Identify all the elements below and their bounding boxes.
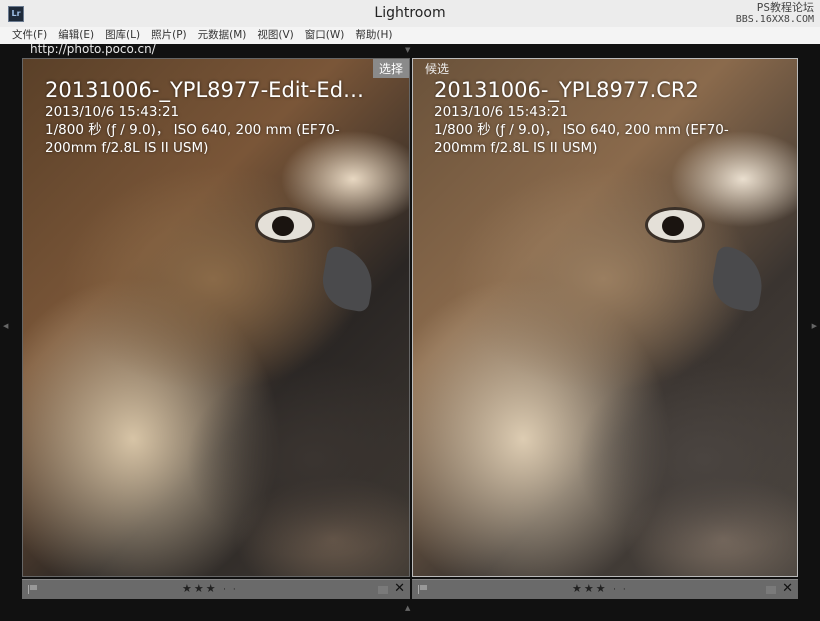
watermark-line-1: PS教程论坛 [756,1,814,14]
color-label-icon[interactable] [378,586,388,594]
window-title: Lightroom [374,5,446,21]
photo-datetime: 2013/10/6 15:43:21 [434,104,569,120]
close-icon[interactable]: ✕ [394,581,405,596]
stars-filled[interactable]: ★★★ [572,582,608,595]
title-bar: Lr Lightroom PS教程论坛 BBS.16XX8.COM [0,0,820,27]
close-icon[interactable]: ✕ [782,581,793,596]
menu-file[interactable]: 文件(F) [12,27,47,43]
menu-edit[interactable]: 编辑(E) [58,27,94,43]
falcon-beak [318,245,378,313]
falcon-eye [645,207,705,243]
select-photo-pane[interactable]: 选择 20131006-_YPL8977-Edit-Ed… 2013/10/6 … [22,58,410,577]
photo-exif: 1/800 秒 (ƒ / 9.0)， ISO 640, 200 mm (EF70… [434,122,729,156]
menu-photo[interactable]: 照片(P) [151,27,187,43]
menu-metadata[interactable]: 元数据(M) [198,27,247,43]
select-tag: 选择 [372,59,409,78]
photo-datetime: 2013/10/6 15:43:21 [45,104,180,120]
stars-empty[interactable]: · · [613,585,628,595]
stars-filled[interactable]: ★★★ [182,582,218,595]
left-panel-toggle-icon[interactable]: ◀ [3,322,8,330]
star-rating[interactable]: ★★★ · · [572,582,628,595]
photo-exif: 1/800 秒 (ƒ / 9.0)， ISO 640, 200 mm (EF70… [45,122,340,156]
falcon-beak [708,245,768,313]
url-overlay: http://photo.poco.cn/ [30,42,156,56]
photo-filename: 20131006-_YPL8977-Edit-Ed… [45,78,365,102]
top-panel-toggle-icon[interactable]: ▼ [405,46,410,54]
stars-empty[interactable]: · · [223,585,238,595]
menu-window[interactable]: 窗口(W) [305,27,345,43]
candidate-photo-pane[interactable]: 候选 20131006-_YPL8977.CR2 2013/10/6 15:43… [412,58,798,577]
bottom-panel-toggle-icon[interactable]: ▲ [405,604,410,612]
falcon-eye [255,207,315,243]
photo-filename: 20131006-_YPL8977.CR2 [434,78,699,102]
compare-view: http://photo.poco.cn/ ▼ ▲ ◀ ▶ 选择 2013100… [0,42,820,621]
color-label-icon[interactable] [766,586,776,594]
right-panel-toggle-icon[interactable]: ▶ [812,322,817,330]
photo-info-overlay: 20131006-_YPL8977-Edit-Ed… 2013/10/6 15:… [45,77,390,157]
candidate-tag: 候选 [425,62,450,76]
menu-help[interactable]: 帮助(H) [355,27,392,43]
menu-view[interactable]: 视图(V) [257,27,293,43]
flag-icon[interactable] [418,585,428,594]
candidate-rating-bar: ★★★ · · ✕ [412,579,798,599]
menu-library[interactable]: 图库(L) [105,27,140,43]
star-rating[interactable]: ★★★ · · [182,582,238,595]
photo-info-overlay: 20131006-_YPL8977.CR2 2013/10/6 15:43:21… [434,77,779,157]
select-rating-bar: ★★★ · · ✕ [22,579,410,599]
watermark-line-2: BBS.16XX8.COM [735,14,814,25]
watermark: PS教程论坛 BBS.16XX8.COM [736,2,814,26]
flag-icon[interactable] [28,585,38,594]
